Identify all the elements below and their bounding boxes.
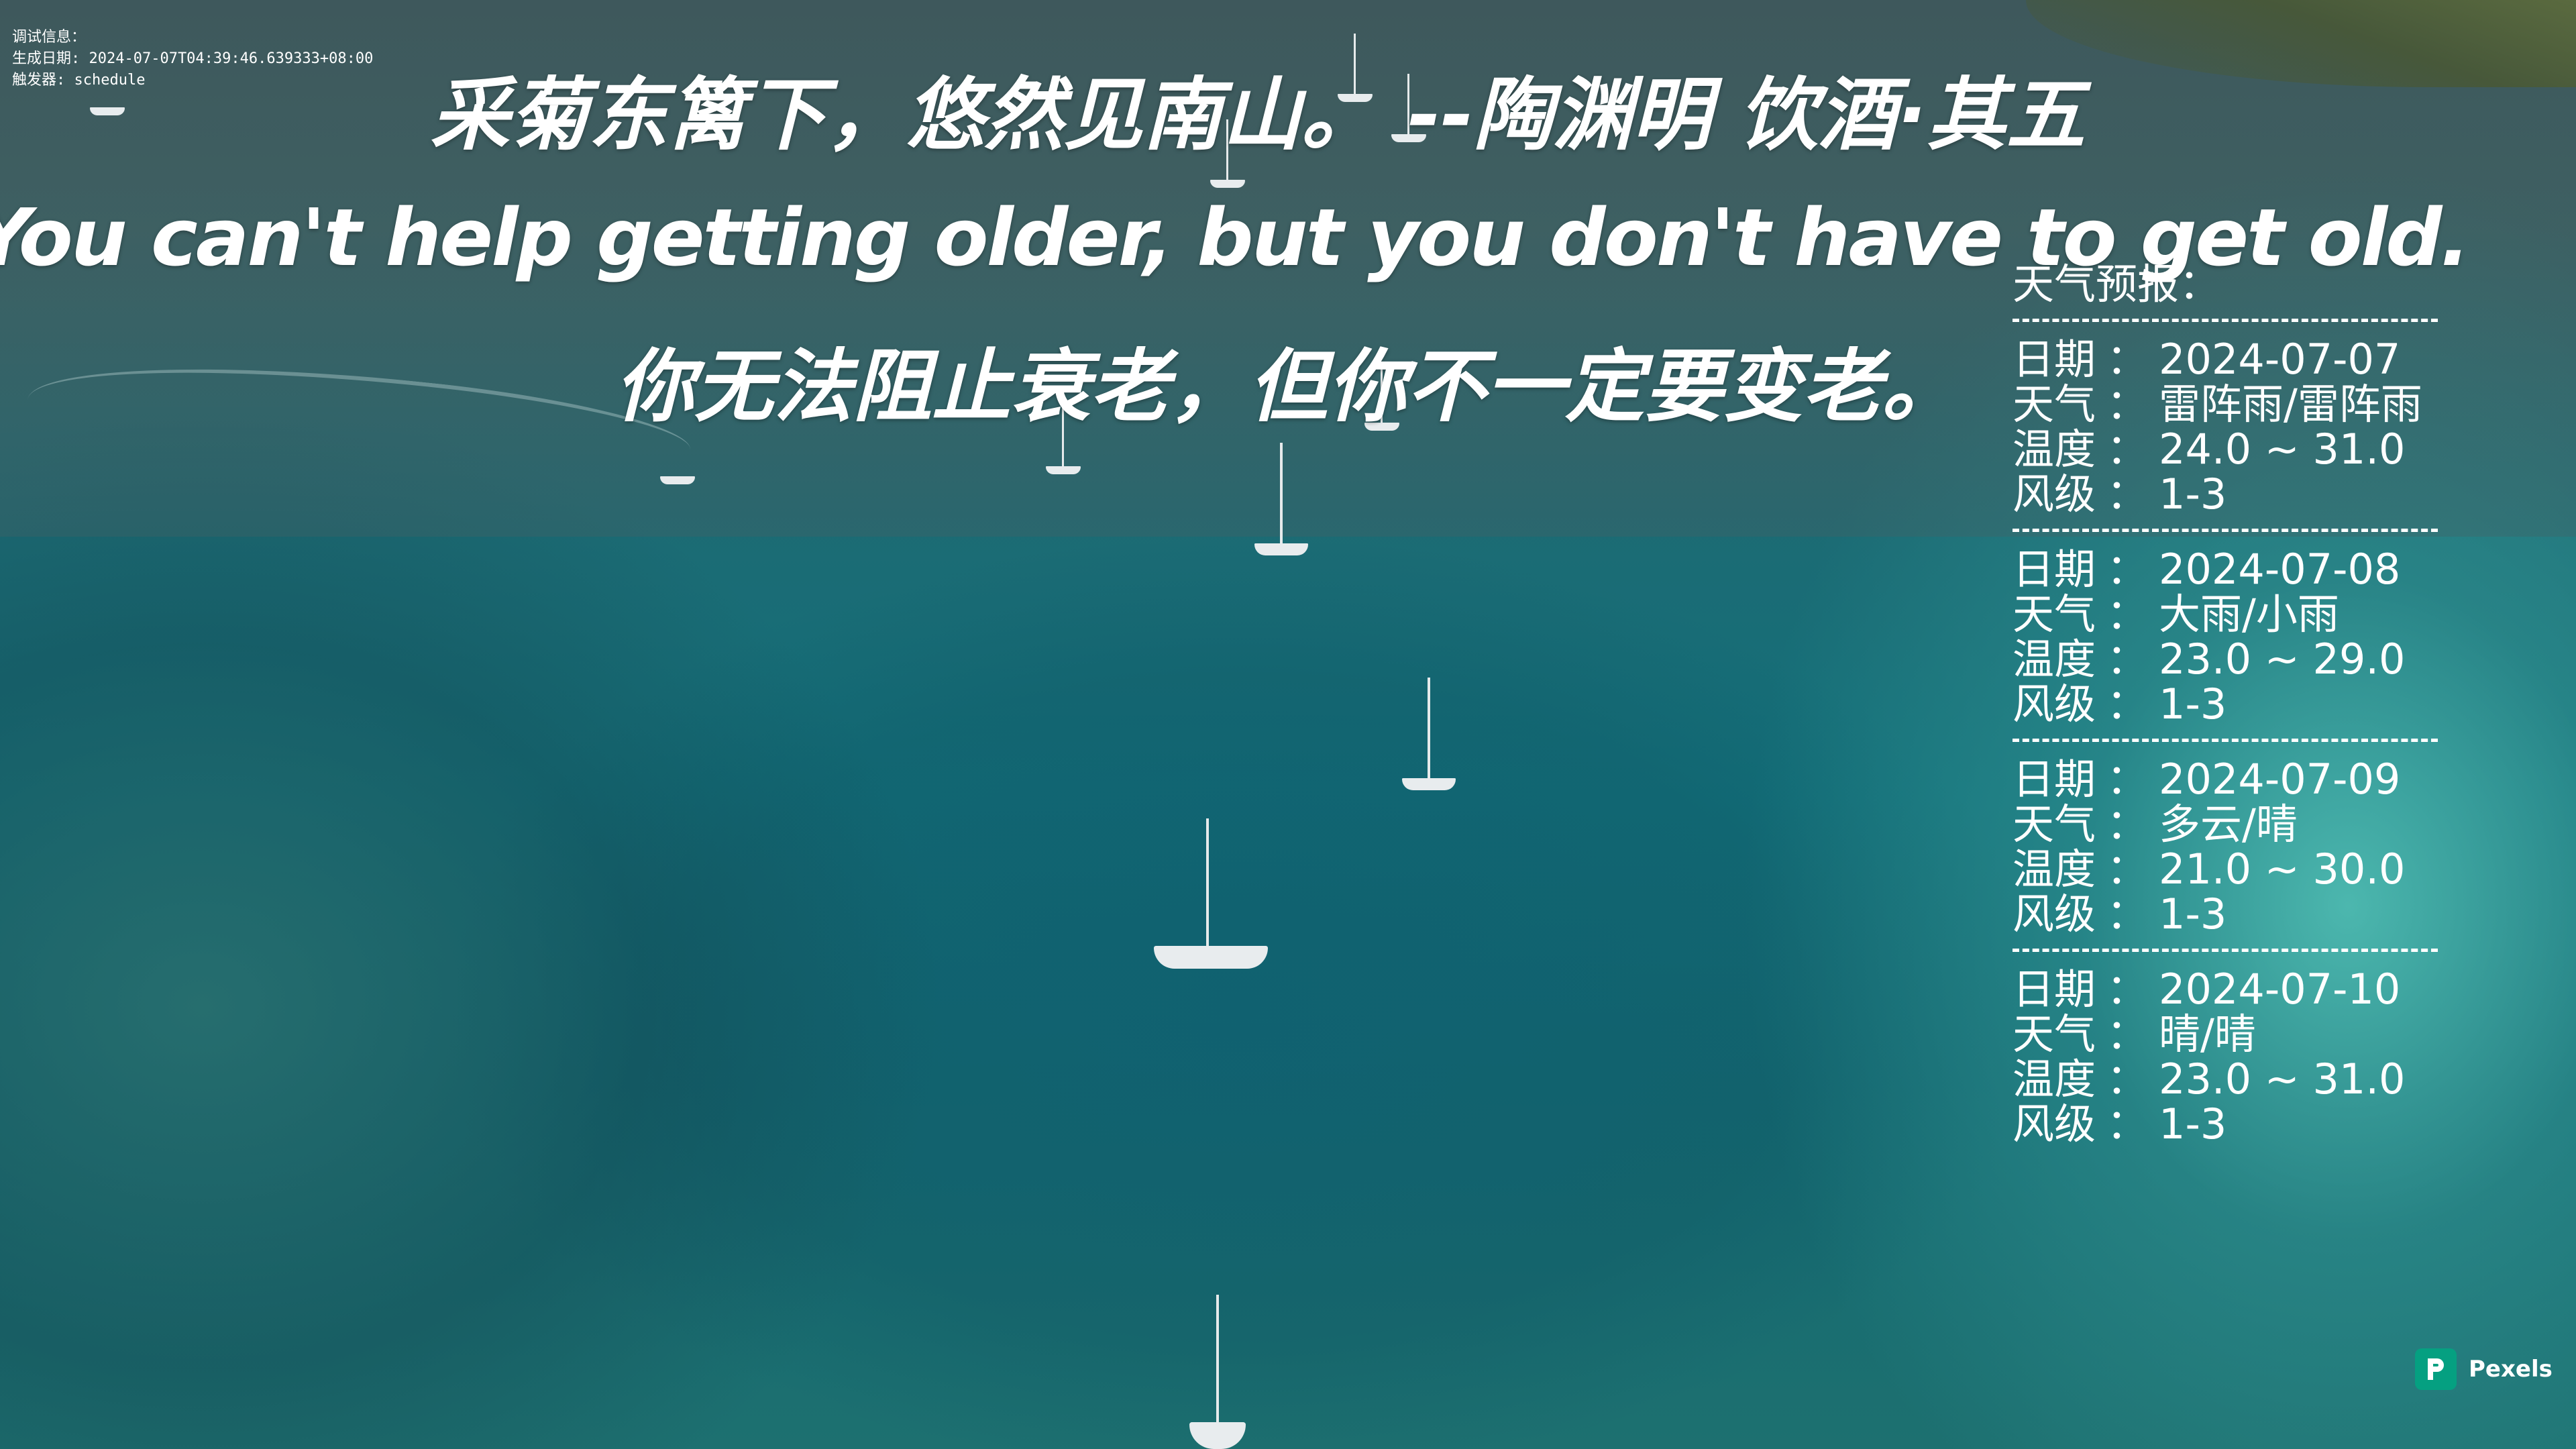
temp-label: 温度 [2012, 635, 2096, 684]
pexels-logo-icon [2428, 1358, 2444, 1380]
date-label: 日期 [2012, 755, 2096, 804]
date-value: 2024-07-10 [2159, 965, 2401, 1014]
wind-value: 1-3 [2159, 470, 2227, 519]
pexels-credit[interactable]: Pexels [2415, 1348, 2553, 1390]
weather-temp-row: 温度： 21.0 ~ 30.0 [2012, 847, 2455, 892]
date-value: 2024-07-09 [2159, 755, 2401, 804]
separator: ： [2106, 590, 2149, 639]
weather-temp-row: 温度： 24.0 ~ 31.0 [2012, 427, 2455, 472]
weather-condition-row: 天气：雷阵雨/雷阵雨 [2012, 382, 2455, 427]
weather-temp-row: 温度： 23.0 ~ 31.0 [2012, 1057, 2455, 1102]
weather-date-row: 日期： 2024-07-07 [2012, 337, 2455, 382]
temp-label: 温度 [2012, 425, 2096, 474]
wind-label: 风级 [2012, 890, 2096, 938]
weather-divider [2012, 949, 2438, 952]
weather-label: 天气 [2012, 380, 2096, 429]
weather-divider [2012, 739, 2438, 742]
wind-label: 风级 [2012, 470, 2096, 519]
date-value: 2024-07-07 [2159, 335, 2401, 384]
weather-date-row: 日期： 2024-07-09 [2012, 757, 2455, 802]
weather-value: 雷阵雨/雷阵雨 [2159, 380, 2422, 429]
weather-label: 天气 [2012, 1010, 2096, 1059]
weather-divider [2012, 319, 2438, 322]
pexels-label: Pexels [2469, 1356, 2553, 1383]
date-label: 日期 [2012, 965, 2096, 1014]
pexels-logo-icon [2415, 1348, 2457, 1390]
temp-label: 温度 [2012, 1055, 2096, 1104]
weather-condition-row: 天气：大雨/小雨 [2012, 592, 2455, 637]
weather-value: 大雨/小雨 [2159, 590, 2339, 639]
separator: ： [2106, 800, 2149, 849]
date-label: 日期 [2012, 545, 2096, 594]
date-label: 日期 [2012, 335, 2096, 384]
weather-wind-row: 风级： 1-3 [2012, 472, 2455, 517]
weather-value: 晴/晴 [2159, 1010, 2256, 1059]
date-value: 2024-07-08 [2159, 545, 2401, 594]
wind-value: 1-3 [2159, 1099, 2227, 1148]
separator: ： [2106, 470, 2149, 519]
separator: ： [2106, 425, 2149, 474]
separator: ： [2106, 890, 2149, 938]
weather-label: 天气 [2012, 800, 2096, 849]
separator: ： [2106, 335, 2149, 384]
weather-condition-row: 天气：晴/晴 [2012, 1012, 2455, 1057]
separator: ： [2106, 545, 2149, 594]
separator: ： [2106, 1010, 2149, 1059]
weather-label: 天气 [2012, 590, 2096, 639]
weather-date-row: 日期： 2024-07-10 [2012, 967, 2455, 1012]
wind-label: 风级 [2012, 680, 2096, 729]
separator: ： [2106, 380, 2149, 429]
wind-value: 1-3 [2159, 890, 2227, 938]
temp-value: 21.0 ~ 30.0 [2159, 845, 2406, 894]
weather-title: 天气预报： [2012, 260, 2221, 309]
poem-quote: 采菊东篱下，悠然见南山。 --陶渊明 饮酒·其五 [430, 68, 2086, 161]
weather-divider [2012, 529, 2438, 532]
weather-value: 多云/晴 [2159, 800, 2298, 849]
temp-label: 温度 [2012, 845, 2096, 894]
debug-title: 调试信息： [12, 29, 87, 46]
separator: ： [2106, 1099, 2149, 1148]
weather-wind-row: 风级： 1-3 [2012, 892, 2455, 936]
separator: ： [2106, 845, 2149, 894]
weather-day: 日期： 2024-07-09 天气：多云/晴 温度： 21.0 ~ 30.0 风级：… [2012, 757, 2455, 936]
separator: ： [2106, 965, 2149, 1014]
temp-value: 23.0 ~ 31.0 [2159, 1055, 2406, 1104]
temp-value: 24.0 ~ 31.0 [2159, 425, 2406, 474]
wind-label: 风级 [2012, 1099, 2096, 1148]
weather-condition-row: 天气：多云/晴 [2012, 802, 2455, 847]
weather-day: 日期： 2024-07-07 天气：雷阵雨/雷阵雨 温度： 24.0 ~ 31.0 … [2012, 337, 2455, 517]
separator: ： [2106, 755, 2149, 804]
wind-value: 1-3 [2159, 680, 2227, 729]
weather-wind-row: 风级： 1-3 [2012, 682, 2455, 727]
weather-date-row: 日期： 2024-07-08 [2012, 547, 2455, 592]
separator: ： [2106, 635, 2149, 684]
weather-temp-row: 温度： 23.0 ~ 29.0 [2012, 637, 2455, 682]
weather-forecast: 天气预报： 日期： 2024-07-07 天气：雷阵雨/雷阵雨 温度： 24.0 ~… [2012, 262, 2455, 1146]
weather-day: 日期： 2024-07-10 天气：晴/晴 温度： 23.0 ~ 31.0 风级： 1… [2012, 967, 2455, 1146]
temp-value: 23.0 ~ 29.0 [2159, 635, 2406, 684]
weather-day: 日期： 2024-07-08 天气：大雨/小雨 温度： 23.0 ~ 29.0 风级… [2012, 547, 2455, 727]
weather-wind-row: 风级： 1-3 [2012, 1102, 2455, 1146]
separator: ： [2106, 1055, 2149, 1104]
separator: ： [2106, 680, 2149, 729]
